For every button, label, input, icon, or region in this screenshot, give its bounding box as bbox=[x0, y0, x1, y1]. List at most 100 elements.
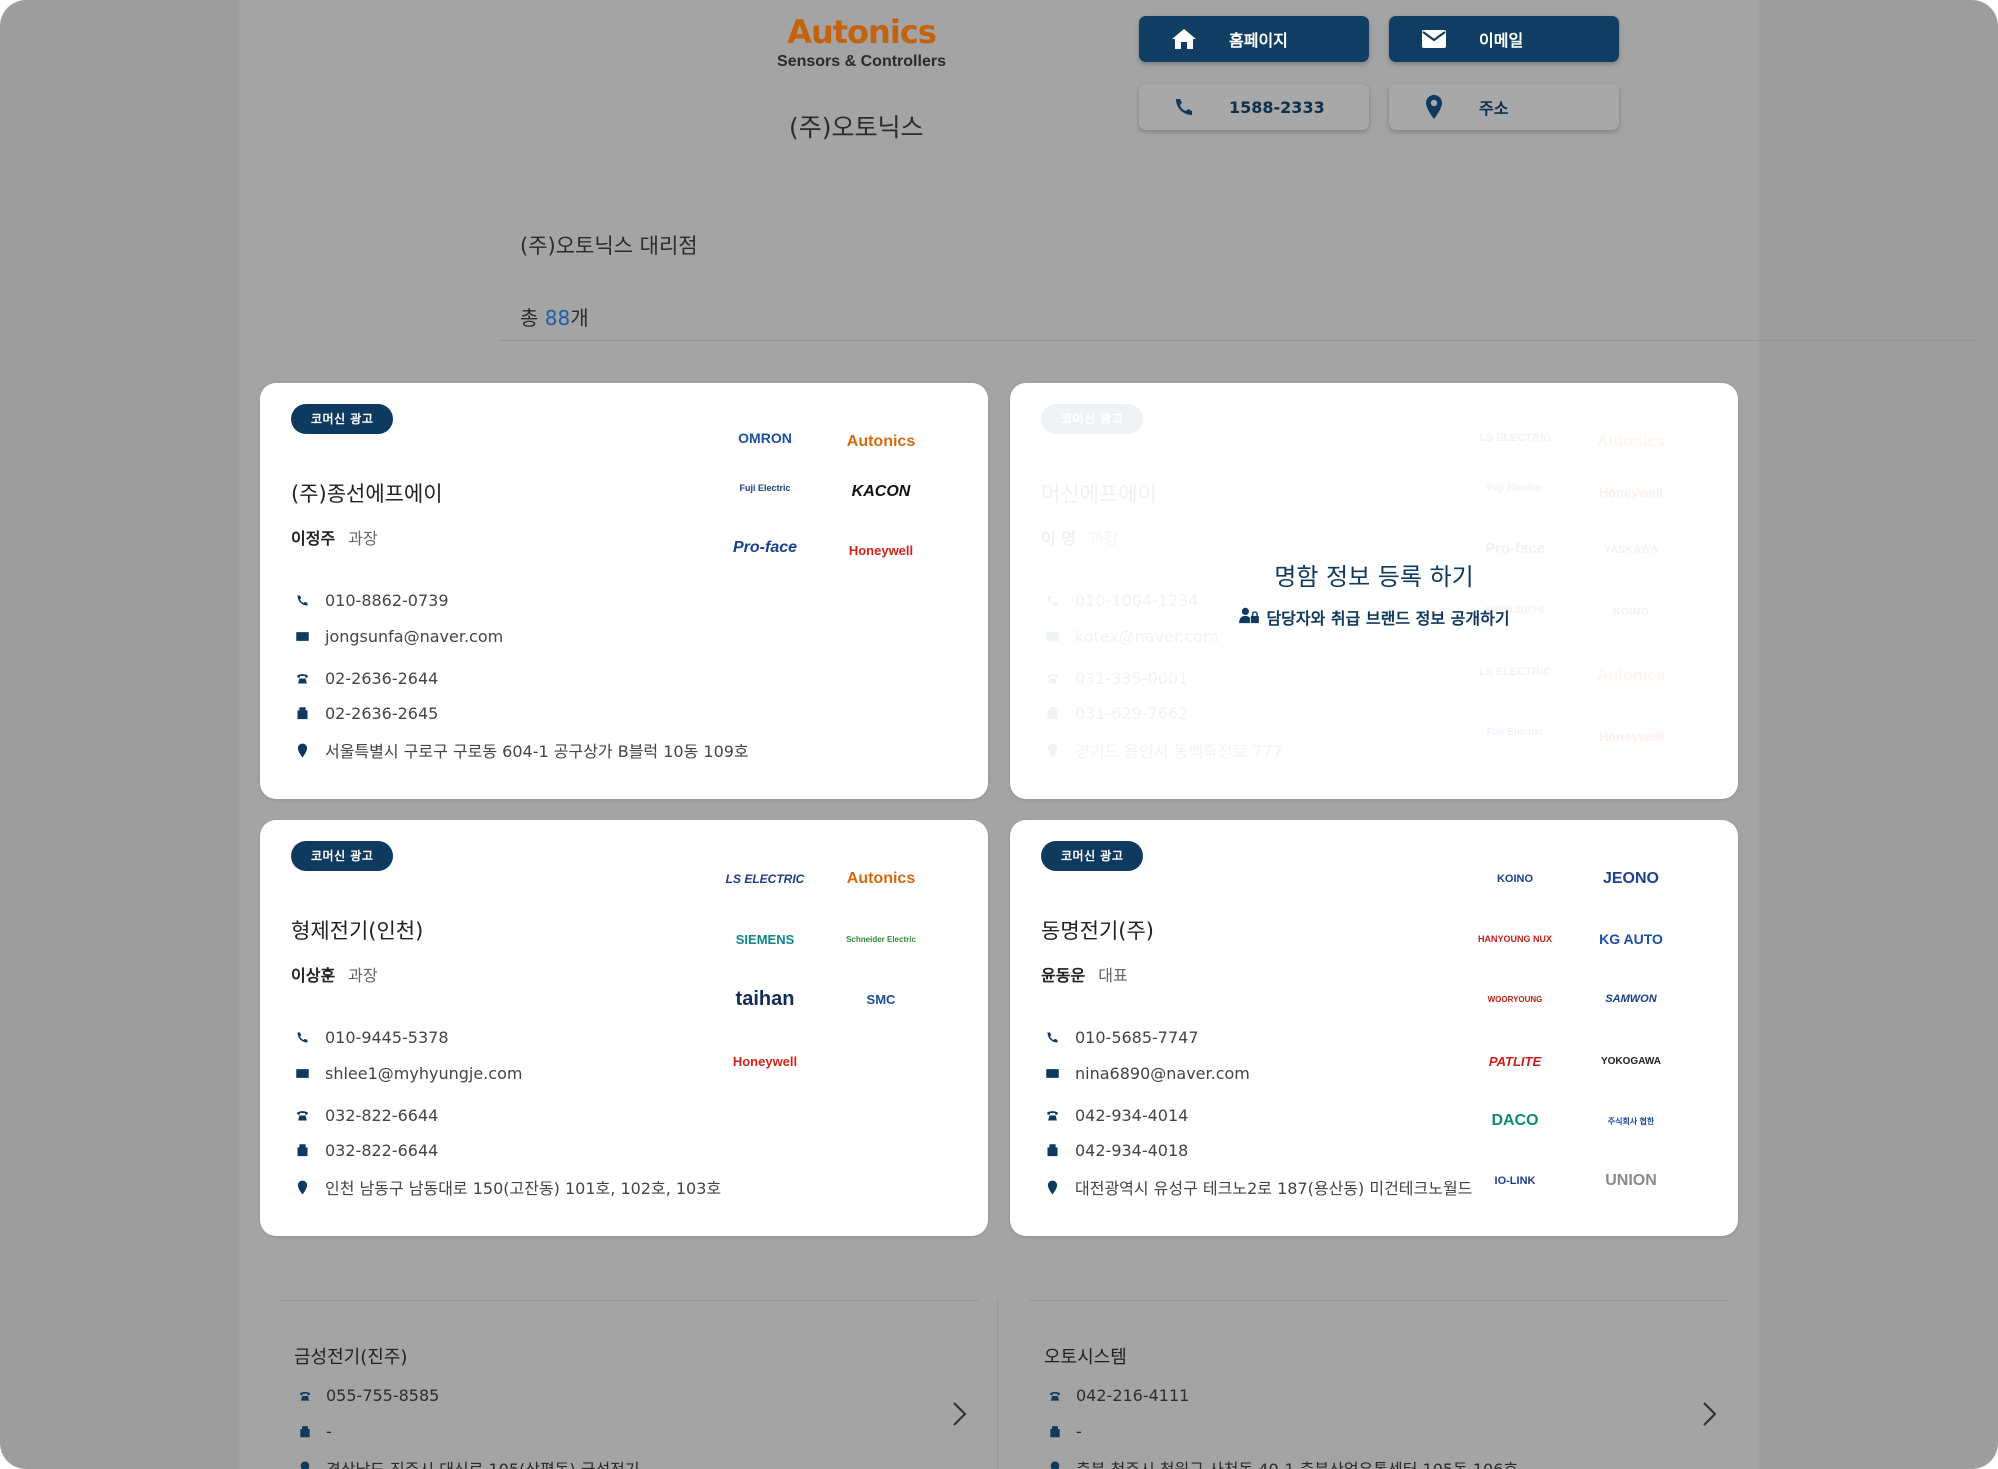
logo-sub-text: Sensors & Controllers bbox=[777, 53, 946, 70]
mobile-row[interactable]: 010-5685-7747 bbox=[1041, 1027, 1199, 1047]
brand-logo: LS ELECTRIC bbox=[1478, 666, 1552, 678]
map-pin-icon bbox=[294, 1461, 316, 1469]
chevron-right-icon[interactable] bbox=[1699, 1400, 1719, 1426]
address-row: 서울특별시 구로구 구로동 604-1 공구상가 B블럭 10동 109호 bbox=[291, 738, 749, 762]
total-suffix: 개 bbox=[570, 306, 589, 330]
ad-badge: 코머신 광고 bbox=[291, 404, 394, 434]
fax-row: 042-934-4018 bbox=[1041, 1140, 1188, 1160]
company-title: (주)오토닉스 bbox=[789, 113, 924, 142]
telephone-icon bbox=[291, 1105, 313, 1125]
tel-row: 042-216-4111 bbox=[1044, 1386, 1189, 1405]
dealer-card[interactable]: 코머신 광고 동명전기(주) 윤동운 대표 010-5685-7747 nina… bbox=[1010, 820, 1738, 1236]
mobile-row[interactable]: 010-9445-5378 bbox=[291, 1027, 449, 1047]
envelope-icon bbox=[291, 1063, 313, 1083]
fax-number: 042-934-4018 bbox=[1075, 1140, 1189, 1160]
contact-person: 이정주 과장 bbox=[291, 525, 378, 549]
brand-logo: Autonics bbox=[846, 870, 916, 887]
register-card[interactable]: 코머신 광고 머신에프에이 이 명 과장 010-1004-1234 kotex… bbox=[1010, 383, 1738, 799]
fax-icon bbox=[1044, 1425, 1066, 1439]
brand-logo: Pro-face bbox=[732, 539, 798, 556]
email-row: kotex@naver.com bbox=[1041, 626, 1218, 646]
email-row[interactable]: nina6890@naver.com bbox=[1041, 1063, 1250, 1083]
mobile-number: 010-9445-5378 bbox=[325, 1027, 449, 1047]
telephone-icon bbox=[291, 668, 313, 688]
tel-row: 031-335-0001 bbox=[1041, 668, 1188, 688]
address-text: 경기도 용인시 동백죽전로 777 bbox=[1075, 742, 1283, 761]
list-divider bbox=[279, 1300, 979, 1301]
total-number: 88 bbox=[544, 306, 571, 330]
chevron-right-icon[interactable] bbox=[949, 1400, 969, 1426]
homepage-button[interactable]: 홈페이지 bbox=[1139, 16, 1369, 62]
tel-row: 02-2636-2644 bbox=[291, 668, 438, 688]
email-address: kotex@naver.com bbox=[1075, 626, 1219, 646]
phone-icon bbox=[291, 590, 313, 610]
dealer-card[interactable]: 코머신 광고 (주)종선에프에이 이정주 과장 010-8862-0739 jo… bbox=[260, 383, 988, 799]
list-divider bbox=[1029, 1300, 1729, 1301]
brand-logo: Autonics bbox=[1596, 433, 1666, 450]
brand-logo: KG AUTO bbox=[1599, 931, 1663, 947]
dealer-name: 오토시스템 bbox=[1044, 1347, 1127, 1368]
brand-logo: UNION bbox=[1605, 1172, 1657, 1189]
person-name: 이정주 bbox=[291, 529, 336, 548]
brand-logo: OMRON bbox=[738, 430, 792, 446]
envelope-icon bbox=[1041, 626, 1063, 646]
register-card-subtitle[interactable]: 담당자와 취급 브랜드 정보 공개하기 bbox=[1010, 605, 1738, 629]
register-card-title[interactable]: 명함 정보 등록 하기 bbox=[1010, 557, 1738, 592]
section-title: (주)오토닉스 대리점 bbox=[520, 234, 698, 258]
home-icon bbox=[1139, 28, 1229, 50]
ad-badge: 코머신 광고 bbox=[1041, 404, 1144, 434]
dealer-list-item[interactable]: 금성전기(진주) 055-755-8585 - 경상남도 진주시 대신로 105… bbox=[279, 1300, 1009, 1469]
email-button[interactable]: 이메일 bbox=[1389, 16, 1619, 62]
user-lock-icon bbox=[1238, 606, 1266, 628]
envelope-icon bbox=[1041, 1063, 1063, 1083]
brand-logo: taihan bbox=[735, 987, 795, 1010]
brand-logo: DACO bbox=[1491, 1112, 1539, 1129]
tel-row: 032-822-6644 bbox=[291, 1105, 438, 1125]
dealer-name: 금성전기(진주) bbox=[294, 1347, 408, 1368]
address-text: 충북 청주시 청원구 사천동 40-1 충북산업유통센터 105동 106호 bbox=[1076, 1456, 1518, 1469]
contact-person: 윤동운 대표 bbox=[1041, 962, 1128, 986]
brand-logo: SAMWON bbox=[1605, 993, 1657, 1005]
tel-number: 031-335-0001 bbox=[1075, 668, 1189, 688]
brand-logo: Honeywell bbox=[1598, 728, 1664, 744]
brand-logo: KACON bbox=[851, 483, 911, 500]
dealer-name: (주)종선에프에이 bbox=[291, 482, 443, 506]
map-pin-icon bbox=[1041, 740, 1063, 760]
telephone-icon bbox=[1041, 1105, 1063, 1125]
fax-number: - bbox=[326, 1422, 332, 1441]
brand-logo: Honeywell bbox=[1598, 484, 1664, 500]
mobile-number: 010-5685-7747 bbox=[1075, 1027, 1199, 1047]
address-label: 주소 bbox=[1479, 99, 1509, 118]
envelope-icon bbox=[291, 626, 313, 646]
brand-logo: Fuji Electric bbox=[1486, 482, 1544, 494]
email-row[interactable]: jongsunfa@naver.com bbox=[291, 626, 503, 646]
map-pin-icon bbox=[291, 1177, 313, 1197]
fax-row: 031-629-7662 bbox=[1041, 703, 1188, 723]
brand-logo: 주식회사 협한 bbox=[1607, 1116, 1655, 1126]
fax-row: 032-822-6644 bbox=[291, 1140, 438, 1160]
tel-row: 042-934-4014 bbox=[1041, 1105, 1188, 1125]
phone-button[interactable]: 1588-2333 bbox=[1139, 84, 1369, 130]
total-prefix: 총 bbox=[520, 306, 539, 330]
dealer-name: 형제전기(인천) bbox=[291, 919, 424, 943]
fax-icon bbox=[291, 1140, 313, 1160]
email-row[interactable]: shlee1@myhyungje.com bbox=[291, 1063, 522, 1083]
brand-logo: Fuji Electric bbox=[1486, 726, 1544, 738]
dealer-list-item[interactable]: 오토시스템 042-216-4111 - 충북 청주시 청원구 사천동 40-1… bbox=[1029, 1300, 1759, 1469]
email-label: 이메일 bbox=[1479, 31, 1524, 50]
fax-icon bbox=[1041, 1140, 1063, 1160]
address-row: 대전광역시 유성구 테크노2로 187(용산동) 미건테크노월드 bbox=[1041, 1175, 1472, 1199]
brand-logo: LS ELECTRIC bbox=[725, 872, 805, 886]
register-card-subtitle-text: 담당자와 취급 브랜드 정보 공개하기 bbox=[1266, 609, 1510, 628]
page-content: Autonics Sensors & Controllers (주)오토닉스 홈… bbox=[239, 0, 1979, 1469]
homepage-label: 홈페이지 bbox=[1229, 31, 1288, 50]
mobile-number: 010-8862-0739 bbox=[325, 590, 449, 610]
tel-row: 055-755-8585 bbox=[294, 1386, 439, 1405]
address-button[interactable]: 주소 bbox=[1389, 84, 1619, 130]
brand-logo: HANYOUNG NUX bbox=[1477, 934, 1552, 944]
brand-logo: LS ELECTRIC bbox=[1478, 432, 1552, 444]
map-pin-icon bbox=[1389, 94, 1479, 120]
mobile-row[interactable]: 010-8862-0739 bbox=[291, 590, 449, 610]
brand-logo: WOORYOUNG bbox=[1487, 994, 1543, 1004]
dealer-card[interactable]: 코머신 광고 형제전기(인천) 이상훈 과장 010-9445-5378 shl… bbox=[260, 820, 988, 1236]
